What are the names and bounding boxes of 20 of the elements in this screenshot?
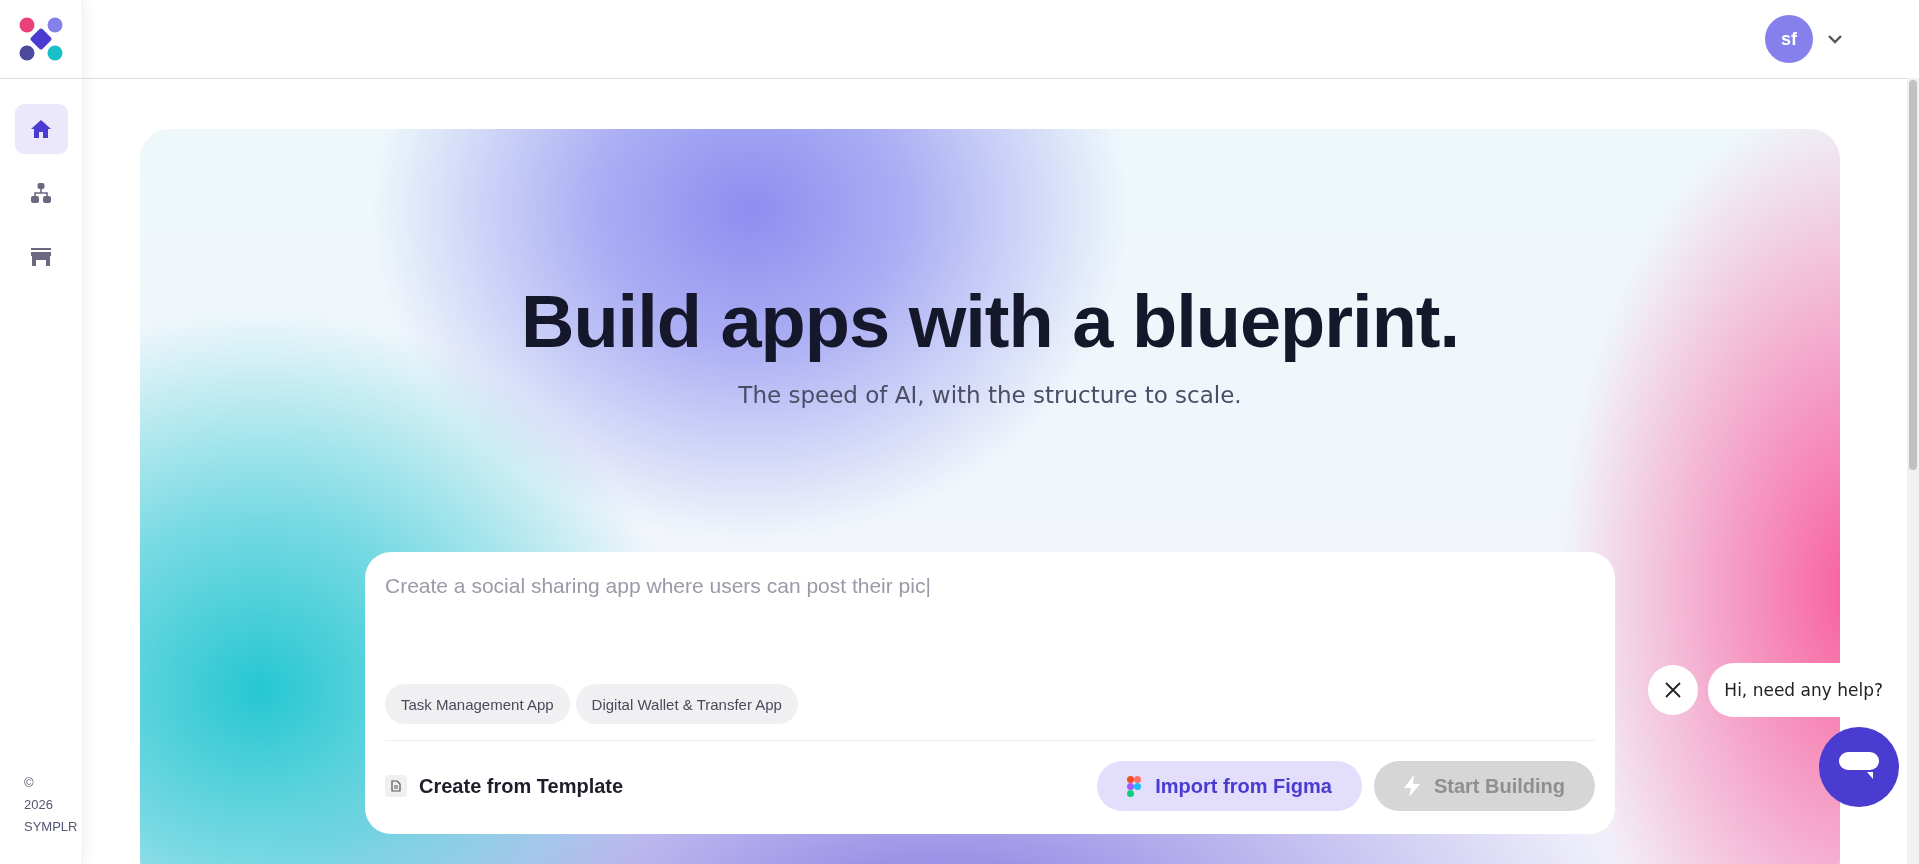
create-from-template-link[interactable]: Create from Template	[385, 774, 624, 798]
hierarchy-icon	[30, 182, 52, 204]
nav-button[interactable]	[14, 104, 68, 154]
document-icon	[391, 780, 401, 792]
hero-title: Build apps with a blueprint.	[520, 279, 1460, 364]
copyright-text: ©	[24, 774, 35, 792]
suggestion-chip[interactable]: Task Management App	[385, 684, 570, 724]
scrollbar-thumb[interactable]	[1909, 80, 1917, 470]
store-icon	[30, 247, 52, 267]
home-icon	[30, 119, 52, 139]
suggestion-chip[interactable]: Digital Wallet & Transfer App	[575, 684, 798, 724]
logo-icon	[19, 17, 63, 61]
chevron-down-icon[interactable]	[1827, 34, 1843, 44]
copyright-text: 2026	[24, 796, 54, 814]
close-icon	[1665, 682, 1682, 698]
import-figma-button[interactable]: Import from Figma	[1097, 761, 1362, 811]
copyright-text: SYMPLR	[24, 818, 79, 836]
hero-subtitle: The speed of AI, with the structure to scale.	[738, 382, 1242, 408]
lightning-icon	[1403, 775, 1420, 797]
figma-icon	[1127, 775, 1142, 797]
